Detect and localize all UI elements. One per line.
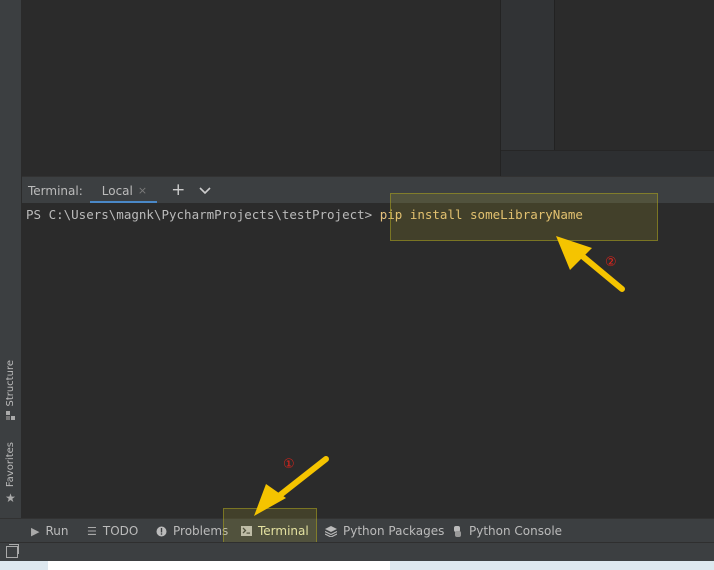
terminal-title: Terminal: [28, 183, 83, 198]
tab-local[interactable]: Local × [89, 177, 158, 204]
left-tool-strip: Structure Favorites ★ [0, 0, 22, 518]
bottom-tool-bar: ▶ Run ☰ TODO Problems Terminal Python Pa… [0, 518, 714, 543]
problems-tool-tab[interactable]: Problems [156, 519, 228, 543]
tab-local-label: Local [101, 183, 133, 198]
python-packages-tool-tab[interactable]: Python Packages [325, 519, 444, 543]
python-icon [452, 525, 463, 537]
python-console-tool-tab[interactable]: Python Console [452, 519, 562, 543]
page-background-strip [0, 561, 714, 570]
info-icon [156, 526, 167, 537]
terminal-tab-highlight [223, 508, 317, 546]
terminal-output[interactable]: PS C:\Users\magnk\PycharmProjects\testPr… [22, 203, 714, 518]
secondary-editor-panel [555, 0, 714, 150]
python-packages-label: Python Packages [343, 524, 445, 538]
run-label: Run [45, 524, 69, 538]
panel-footer [501, 150, 714, 177]
favorites-label: Favorites [5, 442, 16, 488]
new-terminal-button[interactable]: + [171, 182, 185, 199]
gutter-panel [501, 0, 555, 150]
chevron-down-icon[interactable] [199, 186, 211, 195]
structure-label: Structure [5, 360, 16, 407]
star-icon: ★ [5, 491, 16, 506]
editor-area[interactable] [22, 0, 501, 176]
layers-icon [325, 525, 337, 537]
play-icon: ▶ [31, 524, 40, 538]
problems-label: Problems [173, 524, 229, 538]
close-icon[interactable]: × [138, 184, 147, 197]
list-icon: ☰ [87, 524, 97, 538]
terminal-prompt: PS C:\Users\magnk\PycharmProjects\testPr… [26, 207, 380, 222]
run-tool-tab[interactable]: ▶ Run [31, 519, 68, 543]
status-bar [0, 542, 714, 562]
page-white-area [48, 561, 390, 570]
todo-label: TODO [102, 524, 139, 538]
window-toggle-icon[interactable] [6, 544, 19, 558]
command-highlight [390, 193, 658, 241]
python-console-label: Python Console [469, 524, 563, 538]
right-side-pane [501, 0, 714, 177]
structure-tool-tab[interactable]: Structure [0, 360, 21, 421]
favorites-tool-tab[interactable]: Favorites ★ [0, 442, 21, 505]
structure-icon [5, 410, 15, 420]
todo-tool-tab[interactable]: ☰ TODO [87, 519, 138, 543]
